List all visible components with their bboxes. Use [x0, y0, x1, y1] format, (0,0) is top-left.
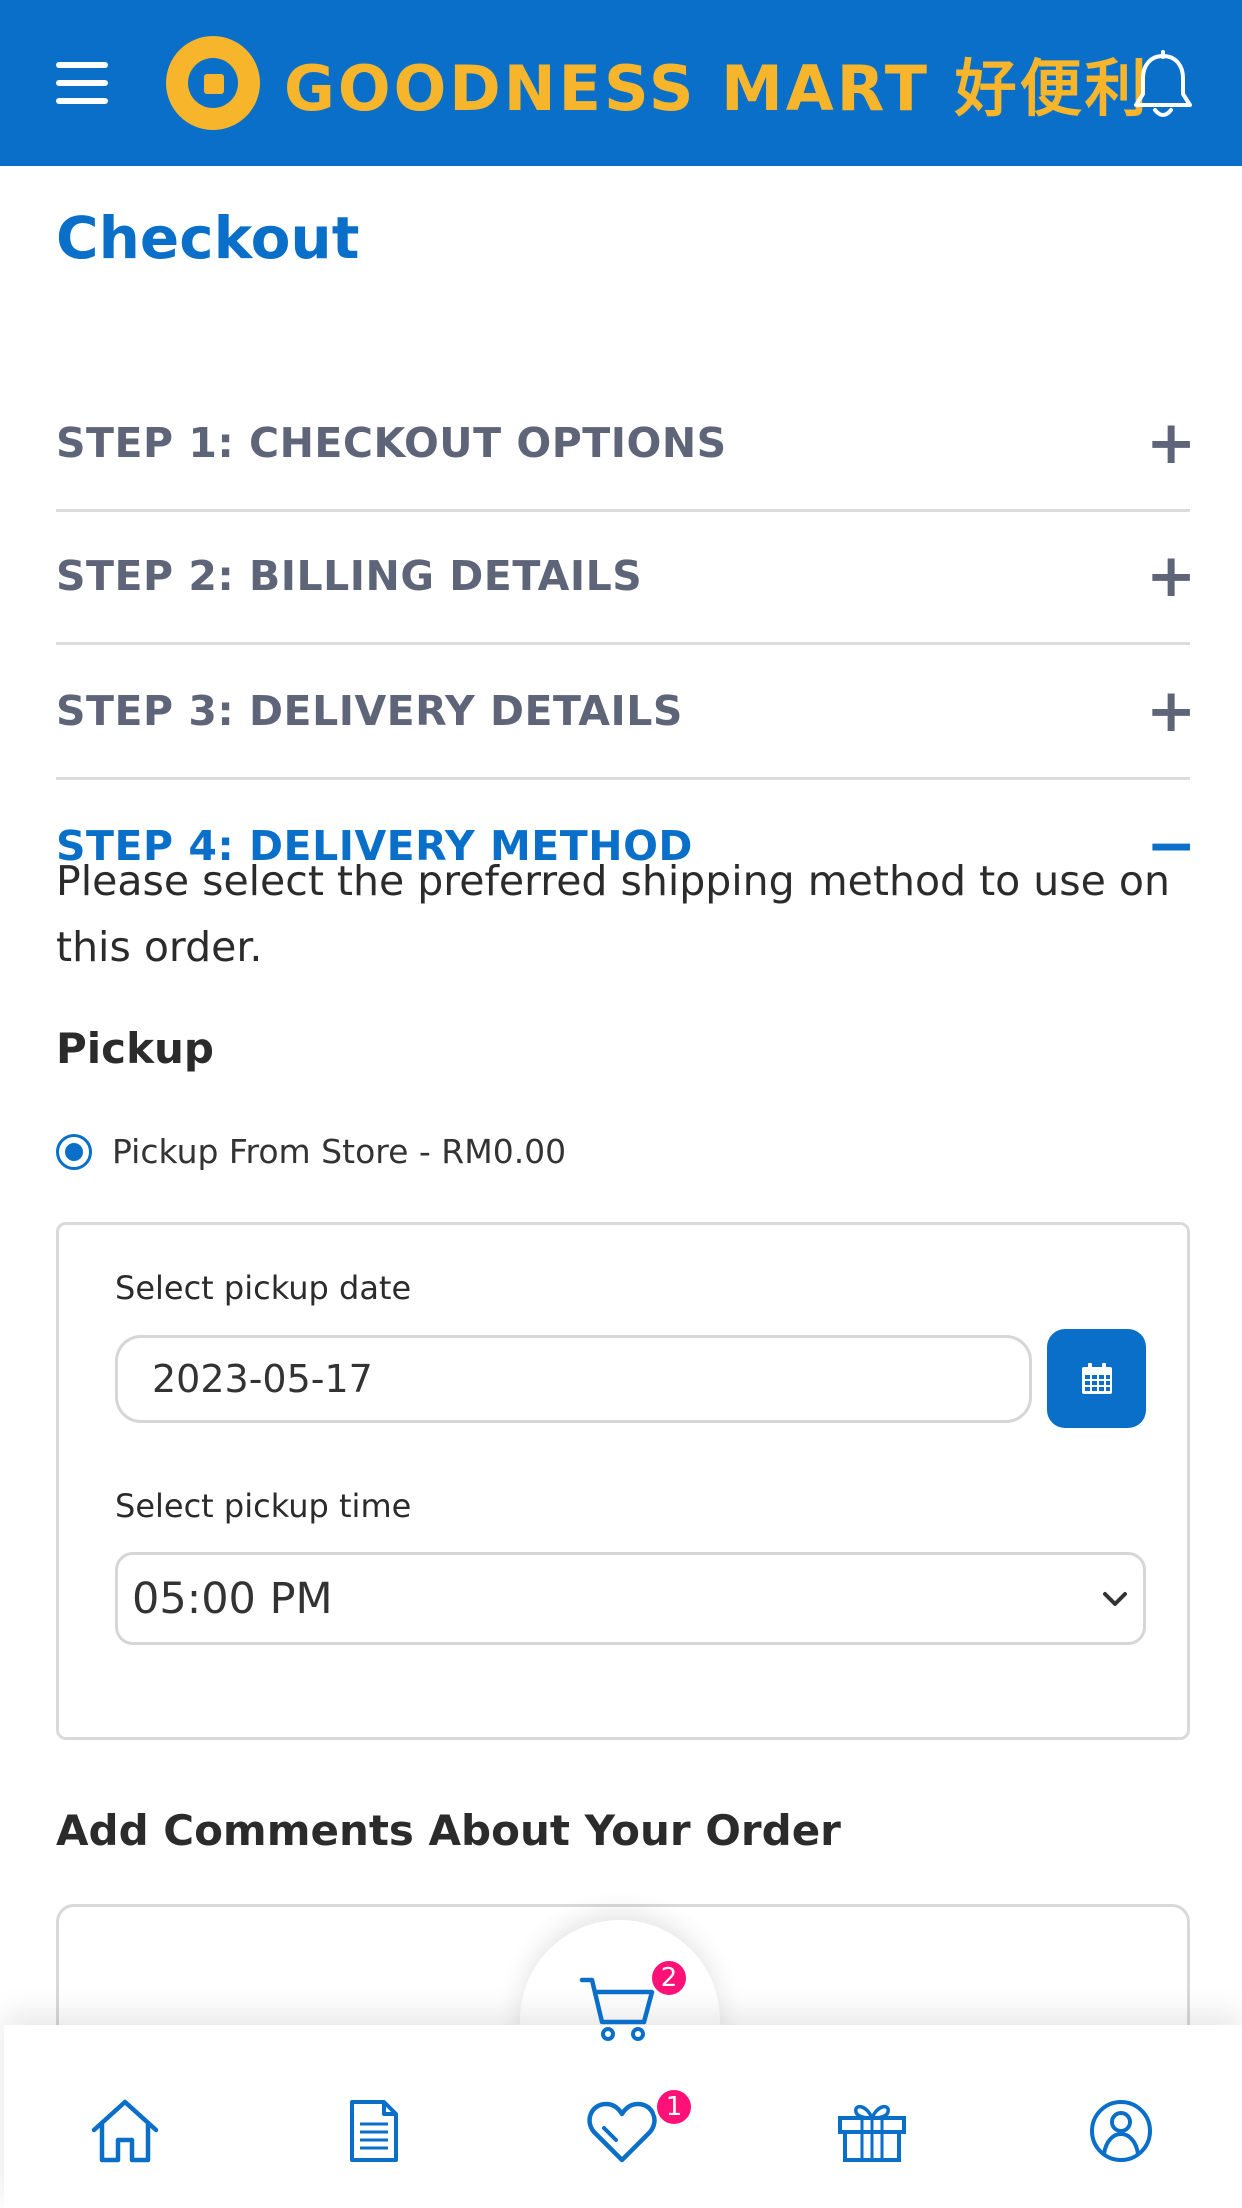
calendar-button[interactable]	[1047, 1329, 1146, 1428]
expand-plus-icon[interactable]: +	[1146, 413, 1196, 473]
home-icon[interactable]	[90, 2098, 160, 2164]
page-title: Checkout	[56, 204, 360, 272]
wishlist-icon[interactable]	[586, 2100, 658, 2166]
cart-count-badge: 2	[649, 1958, 689, 1998]
app-header: GOODNESS MART 好便利	[0, 0, 1242, 166]
comments-heading: Add Comments About Your Order	[56, 1806, 841, 1855]
step-label: STEP 1: CHECKOUT OPTIONS	[56, 418, 727, 467]
account-icon[interactable]	[1088, 2098, 1154, 2164]
step-billing-details[interactable]: STEP 2: BILLING DETAILS +	[56, 509, 1196, 645]
bell-icon[interactable]	[1130, 50, 1196, 122]
pickup-time-value: 05:00 PM	[132, 1573, 333, 1624]
pickup-time-select[interactable]: 05:00 PM	[115, 1552, 1146, 1645]
logo-mark	[166, 36, 260, 130]
step-label: STEP 3: DELIVERY DETAILS	[56, 686, 683, 735]
step-checkout-options[interactable]: STEP 1: CHECKOUT OPTIONS +	[56, 376, 1196, 512]
expand-plus-icon[interactable]: +	[1146, 546, 1196, 606]
step-delivery-details[interactable]: STEP 3: DELIVERY DETAILS +	[56, 644, 1196, 780]
rewards-icon[interactable]	[836, 2098, 908, 2164]
pickup-details-panel: Select pickup date 2023-05-17 Select pic…	[56, 1222, 1190, 1740]
pickup-radio[interactable]	[56, 1133, 92, 1170]
cart-icon[interactable]	[578, 1972, 658, 2046]
pickup-heading: Pickup	[56, 1024, 214, 1073]
brand-logo[interactable]: GOODNESS MART 好便利	[166, 36, 1150, 130]
step-label: STEP 2: BILLING DETAILS	[56, 551, 643, 600]
pickup-option[interactable]: Pickup From Store - RM0.00	[56, 1132, 566, 1171]
brand-name: GOODNESS MART 好便利	[284, 52, 1150, 125]
orders-icon[interactable]	[348, 2098, 400, 2164]
pickup-date-input[interactable]: 2023-05-17	[115, 1335, 1032, 1423]
chevron-down-icon	[1103, 1591, 1127, 1606]
calendar-icon	[1081, 1362, 1112, 1394]
pickup-date-label: Select pickup date	[115, 1269, 412, 1307]
pickup-option-label[interactable]: Pickup From Store - RM0.00	[112, 1132, 566, 1171]
pickup-time-label: Select pickup time	[115, 1487, 412, 1525]
wishlist-count-badge: 1	[654, 2087, 694, 2127]
delivery-method-description: Please select the preferred shipping met…	[56, 857, 1170, 971]
expand-plus-icon[interactable]: +	[1146, 681, 1196, 741]
hamburger-menu-icon[interactable]	[56, 62, 108, 104]
